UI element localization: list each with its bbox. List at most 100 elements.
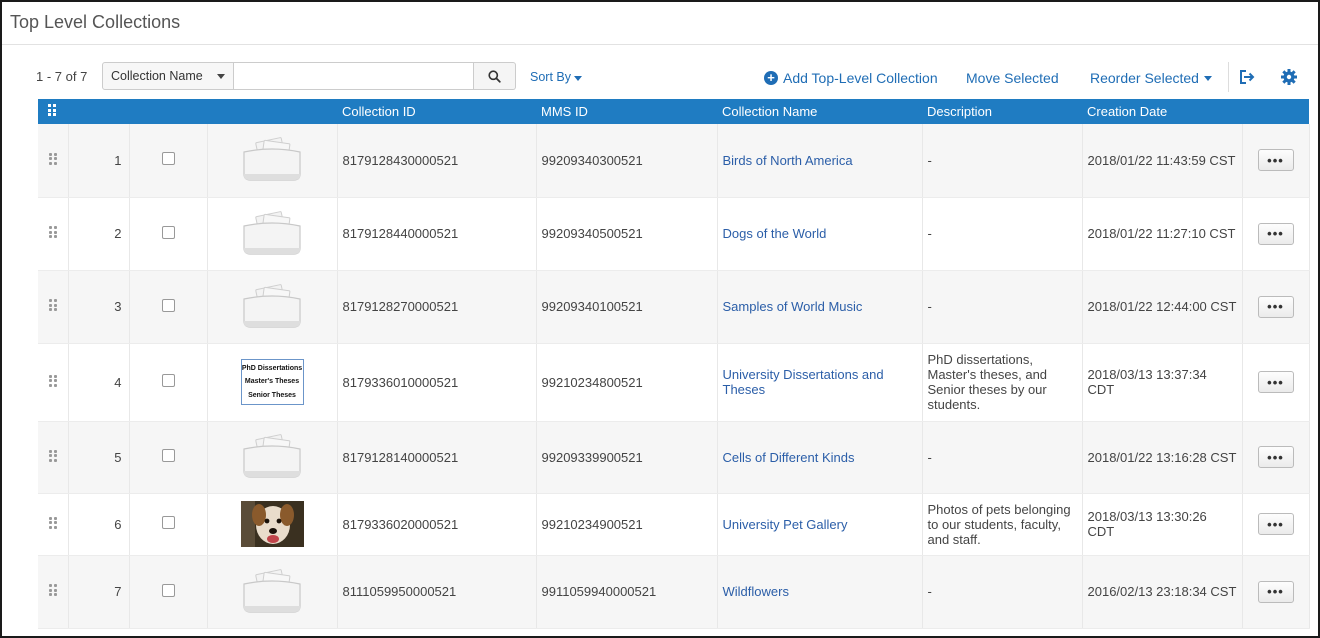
creation-date-cell: 2018/01/22 11:27:10 CST bbox=[1082, 197, 1243, 271]
collection-name-link[interactable]: University Pet Gallery bbox=[723, 517, 848, 532]
collection-id-cell: 8179128270000521 bbox=[337, 270, 537, 344]
sort-by-dropdown[interactable]: Sort By bbox=[530, 70, 582, 84]
actions-cell: ••• bbox=[1242, 343, 1310, 422]
mms-id-cell: 99209340100521 bbox=[536, 270, 718, 344]
drag-handle-icon[interactable] bbox=[49, 226, 57, 238]
toolbar: 1 - 7 of 7 Collection Name Sort By + Add… bbox=[36, 60, 1308, 94]
mms-id-cell: 9911059940000521 bbox=[536, 555, 718, 629]
table-row: 1 8179128430000521 99209340300521 Birds … bbox=[38, 124, 1310, 198]
move-selected-button[interactable]: Move Selected bbox=[966, 70, 1059, 86]
description-cell: - bbox=[922, 124, 1083, 198]
row-checkbox[interactable] bbox=[161, 449, 175, 462]
row-actions-button[interactable]: ••• bbox=[1257, 580, 1294, 603]
row-actions-button[interactable]: ••• bbox=[1257, 222, 1294, 245]
collection-id-cell: 8179336020000521 bbox=[337, 493, 537, 556]
collection-name-cell: Samples of World Music bbox=[717, 270, 923, 344]
drag-handle-icon[interactable] bbox=[49, 299, 57, 311]
add-collection-label: Add Top-Level Collection bbox=[783, 70, 938, 86]
table-row: 6 8179336020000521 99210234900521 Univer… bbox=[38, 493, 1310, 556]
reorder-selected-dropdown[interactable]: Reorder Selected bbox=[1090, 70, 1212, 86]
row-checkbox[interactable] bbox=[161, 152, 175, 166]
row-checkbox[interactable] bbox=[161, 583, 175, 597]
row-drag-cell[interactable] bbox=[38, 343, 69, 422]
creation-date-cell: 2018/03/13 13:30:26 CDT bbox=[1082, 493, 1243, 556]
row-checkbox[interactable] bbox=[161, 298, 175, 312]
toolbar-divider bbox=[1228, 62, 1229, 92]
row-drag-cell[interactable] bbox=[38, 124, 69, 198]
thumbnail-cell bbox=[207, 270, 338, 344]
collection-placeholder-icon bbox=[243, 210, 301, 255]
collection-id-cell: 8179336010000521 bbox=[337, 343, 537, 422]
table-row: 7 8111059950000521 9911059940000521 Wild… bbox=[38, 555, 1310, 629]
mms-id-cell: 99209339900521 bbox=[536, 421, 718, 494]
row-actions-button[interactable]: ••• bbox=[1257, 149, 1294, 172]
row-actions-button[interactable]: ••• bbox=[1257, 446, 1294, 468]
chevron-down-icon bbox=[1203, 75, 1212, 81]
thumbnail-cell bbox=[207, 493, 338, 556]
actions-cell: ••• bbox=[1242, 555, 1310, 629]
row-checkbox[interactable] bbox=[161, 516, 175, 529]
row-checkbox[interactable] bbox=[161, 374, 175, 387]
mms-id-cell: 99209340500521 bbox=[536, 197, 718, 271]
creation-date-header[interactable]: Creation Date bbox=[1082, 99, 1242, 124]
collections-table: Collection ID MMS ID Collection Name Des… bbox=[38, 99, 1310, 629]
description-header[interactable]: Description bbox=[922, 99, 1082, 124]
search-field-select[interactable]: Collection Name bbox=[102, 62, 234, 90]
drag-handle-icon[interactable] bbox=[49, 449, 57, 462]
collection-name-cell: University Dissertations and Theses bbox=[717, 343, 923, 422]
drag-handle-icon[interactable] bbox=[49, 374, 57, 387]
row-index: 4 bbox=[68, 343, 130, 422]
export-icon[interactable] bbox=[1238, 68, 1256, 86]
actions-cell: ••• bbox=[1242, 493, 1310, 556]
collection-name-header[interactable]: Collection Name bbox=[717, 99, 922, 124]
row-drag-cell[interactable] bbox=[38, 270, 69, 344]
collection-name-cell: Birds of North America bbox=[717, 124, 923, 198]
mms-id-header[interactable]: MMS ID bbox=[536, 99, 717, 124]
description-cell: PhD dissertations, Master's theses, and … bbox=[922, 343, 1083, 422]
collection-placeholder-icon bbox=[243, 434, 301, 478]
search-button[interactable] bbox=[474, 62, 516, 90]
thumb-line: Senior Theses bbox=[248, 391, 296, 399]
search-input[interactable] bbox=[234, 62, 474, 90]
collection-name-cell: University Pet Gallery bbox=[717, 493, 923, 556]
collection-name-cell: Dogs of the World bbox=[717, 197, 923, 271]
sort-by-label: Sort By bbox=[530, 70, 571, 84]
drag-handle-icon[interactable] bbox=[49, 152, 57, 165]
row-actions-button[interactable]: ••• bbox=[1257, 513, 1294, 535]
collection-name-cell: Cells of Different Kinds bbox=[717, 421, 923, 494]
collection-name-link[interactable]: Cells of Different Kinds bbox=[723, 450, 855, 465]
collection-name-link[interactable]: Wildflowers bbox=[723, 584, 789, 599]
page-title: Top Level Collections bbox=[10, 12, 181, 32]
creation-date-cell: 2018/03/13 13:37:34 CDT bbox=[1082, 343, 1243, 422]
drag-handle-icon[interactable] bbox=[49, 516, 57, 529]
row-select-cell bbox=[129, 555, 208, 629]
row-drag-cell[interactable] bbox=[38, 421, 69, 494]
collection-id-cell: 8179128440000521 bbox=[337, 197, 537, 271]
description-cell: Photos of pets belonging to our students… bbox=[922, 493, 1083, 556]
thumb-line: Master's Theses bbox=[244, 378, 300, 386]
collection-name-link[interactable]: University Dissertations and Theses bbox=[723, 367, 884, 397]
row-drag-cell[interactable] bbox=[38, 197, 69, 271]
actions-header bbox=[1242, 99, 1309, 124]
row-select-cell bbox=[129, 124, 208, 198]
thumbnail-cell bbox=[207, 555, 338, 629]
table-header-row: Collection ID MMS ID Collection Name Des… bbox=[38, 99, 1309, 124]
add-top-level-collection-button[interactable]: + Add Top-Level Collection bbox=[764, 70, 938, 86]
row-actions-button[interactable]: ••• bbox=[1257, 295, 1294, 318]
row-actions-button[interactable]: ••• bbox=[1257, 371, 1294, 393]
collection-id-header[interactable]: Collection ID bbox=[337, 99, 536, 124]
row-checkbox[interactable] bbox=[161, 225, 175, 239]
row-select-cell bbox=[129, 270, 208, 344]
gear-icon[interactable] bbox=[1280, 68, 1298, 86]
collection-name-link[interactable]: Dogs of the World bbox=[723, 226, 827, 241]
drag-handle-icon[interactable] bbox=[49, 584, 57, 596]
row-index: 2 bbox=[68, 197, 130, 271]
drag-all-handle[interactable] bbox=[38, 99, 68, 124]
collection-name-link[interactable]: Samples of World Music bbox=[723, 299, 863, 314]
row-drag-cell[interactable] bbox=[38, 555, 69, 629]
creation-date-cell: 2016/02/13 23:18:34 CST bbox=[1082, 555, 1243, 629]
collection-name-link[interactable]: Birds of North America bbox=[723, 153, 853, 168]
search-icon bbox=[488, 69, 501, 83]
table-row: 5 8179128140000521 99209339900521 Cells … bbox=[38, 421, 1310, 494]
row-drag-cell[interactable] bbox=[38, 493, 69, 556]
